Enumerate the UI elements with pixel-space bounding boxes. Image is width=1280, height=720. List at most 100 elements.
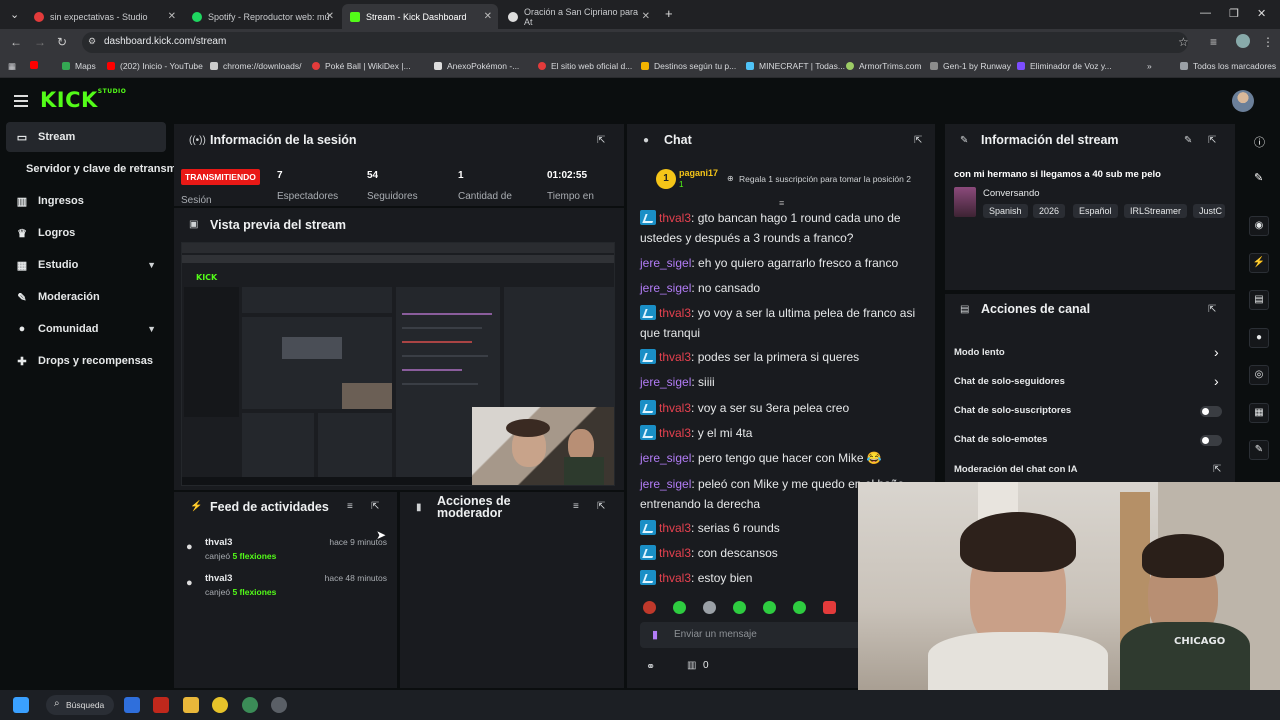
site-info-icon[interactable]: ⚙ [88,36,96,47]
rail-channel-icon[interactable]: ▦ [1249,403,1269,423]
bookmark-star-icon[interactable]: ☆ [1178,35,1189,49]
shirt-logo: CHICAGO [1174,636,1226,647]
bookmark-downloads[interactable]: chrome://downloads/ [210,61,301,71]
maximize-icon[interactable]: ❐ [1229,7,1239,20]
taskbar-search[interactable]: ⌕ Búsqueda [46,695,114,715]
edit-pencil-icon[interactable]: ✎ [1184,135,1192,146]
popout-icon[interactable]: ⇱ [597,135,605,146]
all-bookmarks[interactable]: Todos los marcadores [1180,61,1276,71]
browser-tab-oracion[interactable]: Oración a San Cipriano para At ✕ [500,4,656,29]
rail-chat-icon[interactable]: ● [1249,328,1269,348]
close-tab-icon[interactable]: ✕ [168,11,176,22]
close-tab-icon[interactable]: ✕ [484,11,492,22]
browser-tab-spotify[interactable]: Spotify - Reproductor web: mú ✕ [184,4,340,29]
chat-message: thval3: voy a ser su 3era pelea creo [640,398,922,418]
back-icon[interactable]: ← [10,35,22,49]
sidebar-item-logros[interactable]: ♛ Logros [6,218,166,248]
media-control-icon[interactable]: ≡ [1210,35,1217,49]
popout-icon[interactable]: ⇱ [1213,464,1221,475]
chrome-profile-icon[interactable] [242,697,258,713]
bookmark-oficial[interactable]: El sitio web oficial d... [538,61,632,71]
slow-mode-label[interactable]: Modo lento [954,347,1005,358]
sidebar-item-comunidad[interactable]: ● Comunidad ▼ [6,314,166,344]
emote-icon[interactable] [763,601,776,614]
rail-lightning-icon[interactable]: ⚡ [1249,253,1269,273]
reload-icon[interactable]: ↻ [57,35,67,49]
rail-camera-icon[interactable]: ◉ [1249,216,1269,236]
info-icon[interactable]: ⓘ [1254,134,1265,150]
netflix-icon[interactable] [153,697,169,713]
sidebar-item-server-key[interactable]: Servidor y clave de retransmisión [6,154,174,184]
bookmark-youtube-icon[interactable] [30,61,43,69]
browser-tab-studio[interactable]: sin expectativas - Studio ✕ [26,4,182,29]
tab-search-icon[interactable]: ⌄ [10,8,19,21]
close-tab-icon[interactable]: ✕ [326,11,334,22]
ai-moderation-label[interactable]: Moderación del chat con IA [954,464,1078,475]
sidebar-item-moderacion[interactable]: ✎ Moderación [6,282,166,312]
bookmark-youtube[interactable]: (202) Inicio - YouTube [107,61,203,71]
rail-wrench-icon[interactable]: ✎ [1249,440,1269,460]
close-tab-icon[interactable]: ✕ [642,11,650,22]
user-avatar[interactable] [1232,90,1254,112]
close-window-icon[interactable]: ✕ [1257,7,1266,20]
pin-handle-icon[interactable]: ≡ [779,198,784,208]
popout-icon[interactable]: ⇱ [597,501,605,512]
rail-broadcast-icon[interactable]: ◎ [1249,365,1269,385]
followers-only-label[interactable]: Chat de solo-seguidores [954,376,1065,387]
hamburger-menu-icon[interactable] [14,95,28,110]
activity-item: ● thval3 canjeó 5 flexiones hace 48 minu… [183,573,393,603]
microphone-icon[interactable]: ▮ [652,628,658,641]
windows-start-icon[interactable] [13,697,29,713]
pencil-icon[interactable]: ✎ [1254,171,1263,184]
popout-icon[interactable]: ⇱ [1208,135,1216,146]
sidebar-item-ingresos[interactable]: ▥ Ingresos [6,186,166,216]
obs-icon[interactable] [271,697,287,713]
sidebar-item-stream[interactable]: ▭ Stream [6,122,166,152]
bookmark-wikidex[interactable]: Poké Ball | WikiDex |... [312,61,411,71]
popout-icon[interactable]: ⇱ [371,501,379,512]
taskview-icon[interactable] [124,697,140,713]
bookmark-runway[interactable]: Gen-1 by Runway [930,61,1011,71]
rail-list-icon[interactable]: ▤ [1249,290,1269,310]
url-field[interactable]: dashboard.kick.com/stream [82,32,1188,53]
emote-icon[interactable] [793,601,806,614]
emote-icon[interactable] [643,601,656,614]
bookmark-minecraft[interactable]: MINECRAFT | Todas... [746,61,845,71]
browser-tab-kick[interactable]: Stream - Kick Dashboard ✕ [342,4,498,29]
site-icon [930,62,938,70]
bookmark-destinos[interactable]: Destinos según tu p... [641,61,736,71]
emote-icon[interactable] [703,601,716,614]
profile-icon[interactable] [1236,34,1250,48]
filter-icon[interactable]: ≡ [347,501,353,512]
popout-icon[interactable]: ⇱ [1208,304,1216,315]
chrome-icon[interactable] [212,697,228,713]
sidebar-item-estudio[interactable]: ▦ Estudio ▼ [6,250,166,280]
sidebar-item-label: Logros [38,227,76,239]
new-tab-icon[interactable]: + [665,6,673,21]
folder-icon[interactable] [183,697,199,713]
subscribers-only-toggle[interactable] [1200,406,1222,417]
bookmark-maps[interactable]: Maps [62,61,96,71]
stream-preview-video[interactable]: KICK [181,242,615,486]
popout-icon[interactable]: ⇱ [914,135,922,146]
emote-icon[interactable] [673,601,686,614]
apps-icon[interactable]: ▦ [8,61,16,72]
emote-icon[interactable] [823,601,836,614]
kick-logo[interactable]: KICKSTUDIO [40,88,126,112]
people-link-icon[interactable]: ⚭ [646,660,655,673]
bookmark-anexo[interactable]: AnexoPokémon -... [434,61,519,71]
filter-icon[interactable]: ≡ [573,501,579,512]
chevron-right-icon[interactable]: › [1214,344,1219,360]
chat-input[interactable]: ▮ Enviar un mensaje [640,622,880,648]
bookmark-eliminador[interactable]: Eliminador de Voz y... [1017,61,1112,71]
more-bookmarks-icon[interactable]: » [1147,61,1152,71]
user-icon: ● [186,541,193,553]
minimize-icon[interactable]: — [1200,7,1211,19]
forward-icon[interactable]: → [34,35,46,49]
emotes-only-toggle[interactable] [1200,435,1222,446]
sidebar-item-drops[interactable]: ✚ Drops y recompensas [6,346,166,376]
bookmark-armortrims[interactable]: ArmorTrims.com [846,61,921,71]
browser-menu-icon[interactable]: ⋮ [1262,35,1274,49]
emote-icon[interactable] [733,601,746,614]
chevron-right-icon[interactable]: › [1214,373,1219,389]
